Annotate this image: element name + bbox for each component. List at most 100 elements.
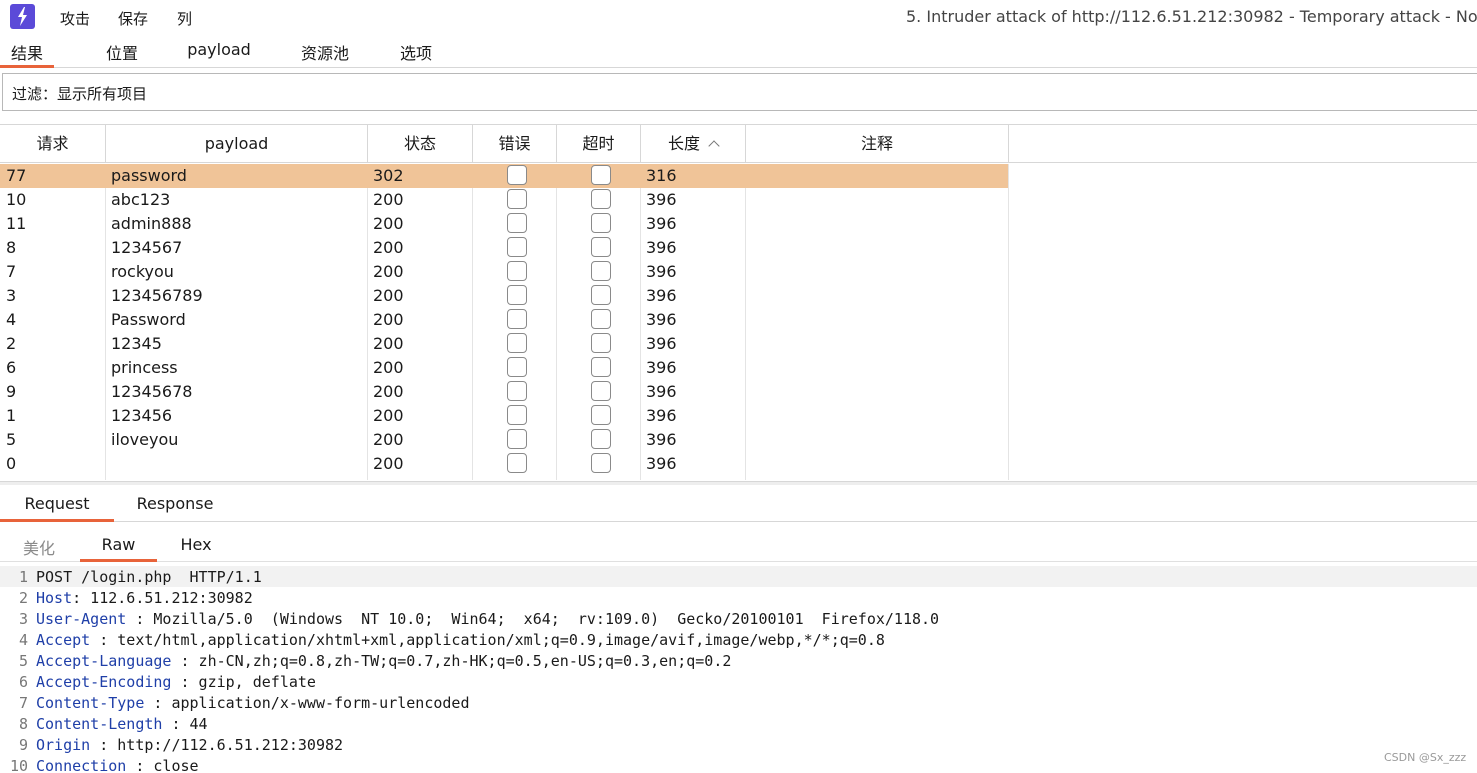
table-row[interactable]: 5 iloveyou 200 396 — [0, 428, 1008, 452]
header-value: : Mozilla/5.0 (Windows NT 10.0; Win64; x… — [126, 610, 940, 628]
pane-splitter[interactable] — [0, 481, 1477, 485]
header-value: : gzip, deflate — [171, 673, 316, 691]
timeout-checkbox — [591, 285, 611, 305]
column-header-error[interactable]: 错误 — [473, 125, 557, 163]
cell-status: 200 — [373, 382, 404, 401]
cell-length: 396 — [646, 262, 677, 281]
line-number: 4 — [18, 631, 28, 649]
error-checkbox — [507, 309, 527, 329]
code-line: 4 Accept : text/html,application/xhtml+xm… — [0, 629, 1477, 650]
timeout-checkbox — [591, 261, 611, 281]
cell-request: 1 — [6, 406, 17, 425]
error-checkbox — [507, 429, 527, 449]
error-checkbox — [507, 357, 527, 377]
cell-payload: admin888 — [111, 214, 192, 233]
error-checkbox — [507, 261, 527, 281]
cell-payload: 12345678 — [111, 382, 193, 401]
cell-payload: rockyou — [111, 262, 174, 281]
menu-attack[interactable]: 攻击 — [60, 8, 90, 29]
table-row[interactable]: 1 123456 200 396 — [0, 404, 1008, 428]
table-row[interactable]: 4 Password 200 396 — [0, 308, 1008, 332]
cell-length: 396 — [646, 454, 677, 473]
column-header-status[interactable]: 状态 — [368, 125, 473, 163]
header-name: Accept-Encoding — [36, 673, 172, 691]
error-checkbox — [507, 213, 527, 233]
code-line: 9 Origin : http://112.6.51.212:30982 — [0, 734, 1477, 755]
header-value: : 44 — [162, 715, 208, 733]
header-name: Accept — [36, 631, 91, 649]
cell-status: 200 — [373, 238, 404, 257]
cell-status: 200 — [373, 406, 404, 425]
column-header-request[interactable]: 请求 — [0, 125, 106, 163]
header-value: : text/html,application/xhtml+xml,applic… — [90, 631, 885, 649]
table-row[interactable]: 0 200 396 — [0, 452, 1008, 476]
menu-columns[interactable]: 列 — [177, 8, 192, 29]
tab-resource-pool[interactable]: 资源池 — [296, 40, 354, 68]
tab-positions[interactable]: 位置 — [100, 40, 144, 68]
cell-payload: 123456 — [111, 406, 173, 425]
cell-request: 5 — [6, 430, 17, 449]
line-number: 5 — [18, 652, 28, 670]
code-text: Origin : http://112.6.51.212:30982 — [36, 736, 343, 754]
tab-raw[interactable]: Raw — [80, 535, 157, 562]
code-text: Content-Type : application/x-www-form-ur… — [36, 694, 469, 712]
header-value: : http://112.6.51.212:30982 — [90, 736, 344, 754]
tab-payload[interactable]: payload — [184, 40, 254, 68]
table-row[interactable]: 77 password 302 316 — [0, 164, 1008, 188]
table-row[interactable]: 11 admin888 200 396 — [0, 212, 1008, 236]
column-header-timeout[interactable]: 超时 — [557, 125, 641, 163]
tab-resource-pool-label: 资源池 — [300, 44, 349, 63]
tab-pretty[interactable]: 美化 — [10, 535, 68, 562]
timeout-checkbox — [591, 429, 611, 449]
code-text: POST /login.php HTTP/1.1 — [36, 568, 262, 586]
column-header-comment[interactable]: 注释 — [746, 125, 1009, 163]
header-value: : 112.6.51.212:30982 — [72, 589, 253, 607]
header-value: : close — [126, 757, 199, 773]
table-row[interactable]: 3 123456789 200 396 — [0, 284, 1008, 308]
header-name: Host — [36, 589, 73, 607]
column-header-length[interactable]: 长度 — [641, 125, 746, 163]
cell-length: 316 — [646, 166, 677, 185]
cell-request: 10 — [6, 190, 27, 209]
code-line: 2 Host: 112.6.51.212:30982 — [0, 587, 1477, 608]
line-number: 1 — [18, 568, 28, 586]
timeout-checkbox — [591, 357, 611, 377]
filter-bar[interactable]: 过滤：显示所有项目 — [2, 73, 1477, 111]
table-row[interactable]: 6 princess 200 396 — [0, 356, 1008, 380]
table-row[interactable]: 2 12345 200 396 — [0, 332, 1008, 356]
code-line: 8 Content-Length : 44 — [0, 713, 1477, 734]
line-number: 10 — [9, 757, 28, 773]
table-row[interactable]: 9 12345678 200 396 — [0, 380, 1008, 404]
tab-request[interactable]: Request — [0, 494, 114, 522]
line-number: 2 — [18, 589, 28, 607]
table-row[interactable]: 10 abc123 200 396 — [0, 188, 1008, 212]
cell-length: 396 — [646, 430, 677, 449]
header-name: Content-Type — [36, 694, 145, 712]
cell-request: 77 — [6, 166, 27, 185]
error-checkbox — [507, 189, 527, 209]
cell-length: 396 — [646, 358, 677, 377]
column-divider — [1008, 164, 1009, 480]
tab-response[interactable]: Response — [124, 494, 226, 522]
tab-options[interactable]: 选项 — [394, 40, 438, 68]
code-line: 10 Connection : close — [0, 755, 1477, 773]
code-text: Content-Length : 44 — [36, 715, 208, 733]
table-row[interactable]: 8 1234567 200 396 — [0, 236, 1008, 260]
cell-request: 6 — [6, 358, 17, 377]
tab-hex[interactable]: Hex — [168, 535, 224, 562]
header-value: : zh-CN,zh;q=0.8,zh-TW;q=0.7,zh-HK;q=0.5… — [171, 652, 732, 670]
timeout-checkbox — [591, 165, 611, 185]
timeout-checkbox — [591, 309, 611, 329]
table-row[interactable]: 7 rockyou 200 396 — [0, 260, 1008, 284]
error-checkbox — [507, 165, 527, 185]
code-text: Accept : text/html,application/xhtml+xml… — [36, 631, 885, 649]
cell-length: 396 — [646, 382, 677, 401]
menu-save[interactable]: 保存 — [118, 8, 148, 29]
raw-request-editor[interactable]: 1 POST /login.php HTTP/1.1 2 Host: 112.6.51… — [0, 566, 1477, 773]
error-checkbox — [507, 405, 527, 425]
code-line: 1 POST /login.php HTTP/1.1 — [0, 566, 1477, 587]
tab-results[interactable]: 结果 — [0, 40, 54, 68]
code-text: User-Agent : Mozilla/5.0 (Windows NT 10.… — [36, 610, 939, 628]
column-header-payload[interactable]: payload — [106, 125, 368, 163]
column-header-comment-label: 注释 — [860, 134, 893, 153]
